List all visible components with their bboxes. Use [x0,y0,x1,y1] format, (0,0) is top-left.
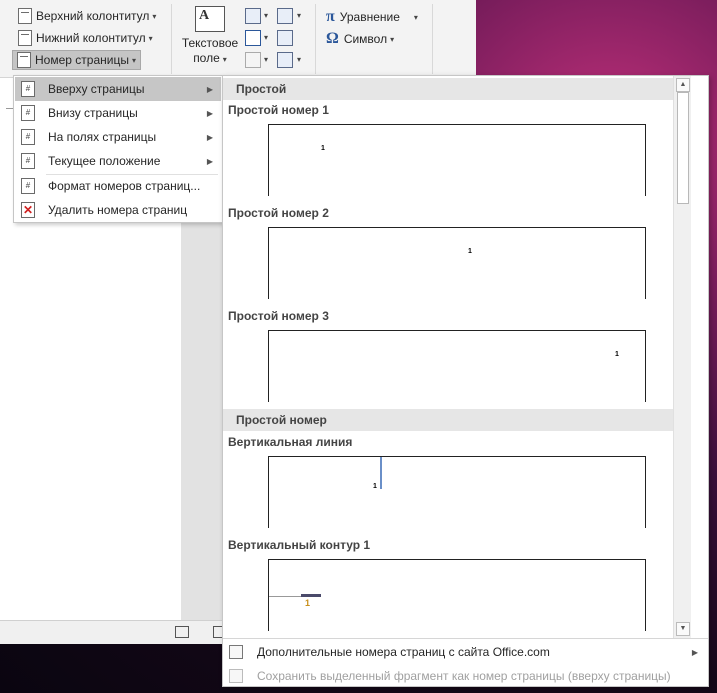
dropcap-icon[interactable] [245,52,261,68]
current-position-icon: # [21,153,35,169]
format-numbers-icon: # [21,178,35,194]
menu-item-current-position[interactable]: # Текущее положение ▶ [15,149,221,173]
page-number-button[interactable]: Номер страницы ▾ [12,50,141,70]
omega-icon: Ω [326,30,339,47]
chevron-down-icon: ▾ [264,55,269,64]
read-mode-icon[interactable] [175,626,189,638]
chevron-right-icon: ▶ [206,108,213,118]
chevron-down-icon: ▾ [297,11,302,20]
page-number-preview: 1 [321,145,325,152]
group-divider [315,4,316,74]
chevron-right-icon: ▶ [691,647,698,657]
chevron-down-icon: ▾ [297,55,302,64]
group-divider [432,4,433,74]
signature-line-icon[interactable] [277,8,293,24]
page-margin-icon: # [21,129,35,145]
menu-item-label: Вверху страницы [48,82,145,96]
gallery-item-title: Вертикальная линия [228,435,353,449]
gallery-footer-separator [223,638,708,639]
outline-line-mark [269,596,305,597]
page-number-preview: 1 [615,351,619,358]
date-time-icon[interactable] [277,30,293,46]
chevron-down-icon: ▾ [131,55,136,65]
header-button[interactable]: Верхний колонтитул ▾ [14,6,160,26]
menu-item-label: Текущее положение [48,154,161,168]
header-icon [18,8,32,24]
page-number-icon [17,52,31,68]
wordart-icon[interactable] [245,30,261,46]
page-top-icon: # [21,81,35,97]
scroll-down-arrow-icon[interactable]: ▼ [676,622,690,636]
status-bar [0,620,227,644]
textbox-label-1: Текстовое [181,36,239,50]
chevron-down-icon: ▾ [264,11,269,20]
ribbon: Верхний колонтитул ▾ Нижний колонтитул ▾… [0,0,476,78]
vertical-line-mark [380,457,382,489]
gallery-scroll-area[interactable]: Простой Простой номер 1 1 Простой номер … [223,76,691,638]
save-gallery-icon [229,669,243,683]
symbol-label: Символ [343,32,388,46]
page-bottom-icon: # [21,105,35,121]
remove-numbers-icon: ✕ [21,202,35,218]
page-number-label: Номер страницы [35,53,129,67]
more-page-numbers-button[interactable]: Дополнительные номера страниц с сайта Of… [223,640,708,664]
page-number-preview: 1 [305,598,311,608]
save-selection-button[interactable]: Сохранить выделенный фрагмент как номер … [223,664,708,688]
office-online-icon [229,645,243,659]
menu-item-label: Внизу страницы [48,106,138,120]
gallery-item-title: Вертикальный контур 1 [228,538,371,552]
gallery-thumbnail-plain-2[interactable]: 1 [268,227,646,299]
gallery-item-title: Простой номер 2 [228,206,329,220]
gallery-item-title: Простой номер 1 [228,103,329,117]
menu-item-label: На полях страницы [48,130,157,144]
chevron-down-icon: ▾ [148,33,153,43]
equation-label: Уравнение [339,10,400,24]
menu-item-label: Удалить номера страниц [48,203,188,217]
chevron-right-icon: ▶ [206,84,213,94]
textbox-label-2: поле [193,51,220,65]
scrollbar-thumb[interactable] [677,92,689,204]
menu-item-page-margins[interactable]: # На полях страницы ▶ [15,125,221,149]
gallery-thumbnail-vertical-line[interactable]: 1 [268,456,646,528]
symbol-button[interactable]: Ω Символ ▾ [326,30,394,48]
chevron-down-icon: ▾ [222,55,227,64]
footer-icon [18,30,32,46]
chevron-down-icon: ▾ [413,12,418,22]
outline-bar-mark [301,594,321,597]
group-divider [171,4,172,74]
chevron-down-icon: ▾ [152,11,157,21]
chevron-right-icon: ▶ [206,156,213,166]
chevron-right-icon: ▶ [206,132,213,142]
pi-icon: π [326,8,335,25]
scroll-up-arrow-icon[interactable]: ▲ [676,78,690,92]
gallery-item-title: Простой номер 3 [228,309,329,323]
object-icon[interactable] [277,52,293,68]
chevron-down-icon: ▾ [264,33,269,42]
gallery-thumbnail-vertical-outline-1[interactable]: 1 [268,559,646,631]
save-selection-label: Сохранить выделенный фрагмент как номер … [257,669,671,683]
menu-item-label: Формат номеров страниц... [48,179,201,193]
gallery-section-header: Простой [223,78,691,100]
header-label: Верхний колонтитул [36,9,150,23]
page-number-menu: # Вверху страницы ▶ # Внизу страницы ▶ #… [13,75,223,223]
gallery-section-header: Простой номер [223,409,691,431]
page-number-preview: 1 [373,483,377,490]
chevron-down-icon: ▾ [390,34,395,44]
page-number-preview: 1 [468,248,472,255]
menu-item-bottom-of-page[interactable]: # Внизу страницы ▶ [15,101,221,125]
menu-item-top-of-page[interactable]: # Вверху страницы ▶ [15,77,221,101]
equation-button[interactable]: π Уравнение ▾ [326,8,418,26]
menu-item-remove-numbers[interactable]: ✕ Удалить номера страниц [15,198,221,222]
textbox-button[interactable]: A Текстовое поле ▾ [180,6,240,67]
textbox-icon: A [195,6,225,32]
gallery-thumbnail-plain-3[interactable]: 1 [268,330,646,402]
footer-label: Нижний колонтитул [36,31,146,45]
gallery-scrollbar[interactable]: ▲ ▼ [673,76,691,638]
quick-parts-icon[interactable] [245,8,261,24]
menu-item-format-numbers[interactable]: # Формат номеров страниц... [15,174,221,198]
more-page-numbers-label: Дополнительные номера страниц с сайта Of… [257,645,550,659]
gallery-thumbnail-plain-1[interactable]: 1 [268,124,646,196]
footer-button[interactable]: Нижний колонтитул ▾ [14,28,157,48]
page-number-gallery: Простой Простой номер 1 1 Простой номер … [222,75,709,687]
